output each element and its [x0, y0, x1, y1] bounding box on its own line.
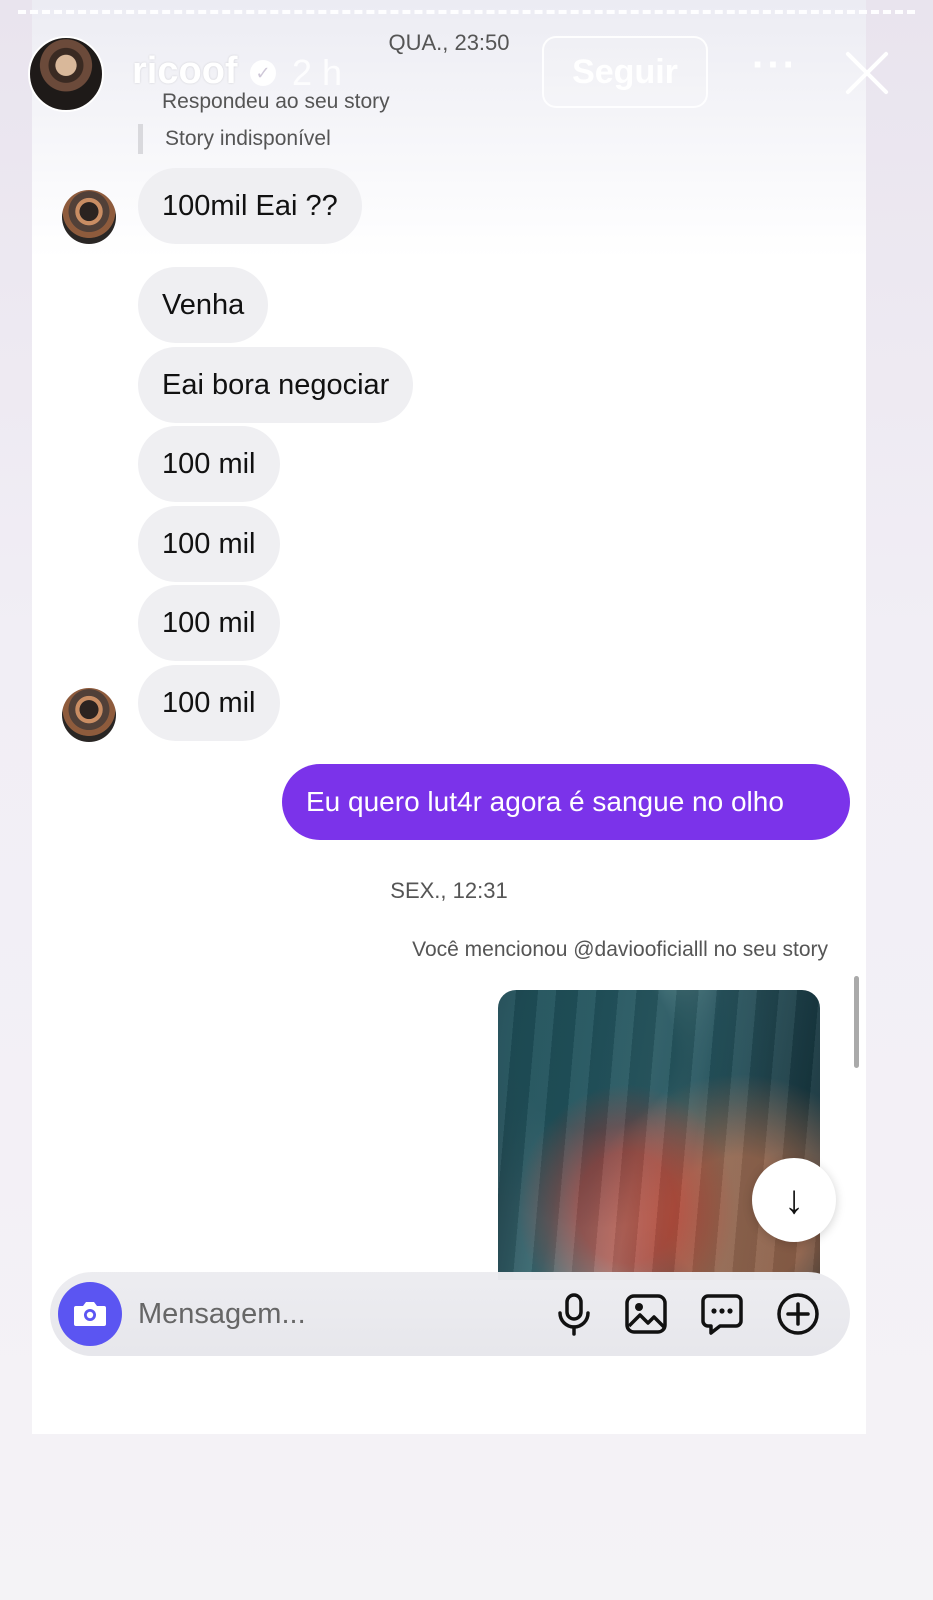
shared-story-media[interactable]	[498, 990, 820, 1280]
message-input[interactable]	[138, 1286, 518, 1342]
mention-note: Você mencionou @daviooficialll no seu st…	[412, 938, 828, 961]
microphone-icon[interactable]	[550, 1290, 598, 1338]
message-bubble-incoming[interactable]: Venha	[138, 267, 269, 343]
close-icon[interactable]	[842, 48, 892, 98]
camera-icon	[74, 1302, 106, 1326]
message-bubble-incoming[interactable]: 100 mil	[138, 426, 280, 502]
media-blur-overlay	[498, 990, 820, 1280]
camera-button[interactable]	[58, 1282, 122, 1346]
sender-avatar[interactable]	[62, 190, 116, 244]
message-bubble-incoming[interactable]: 100mil Eai ??	[138, 168, 362, 244]
chat-bubble-icon[interactable]	[698, 1290, 746, 1338]
message-bubble-incoming[interactable]: Eai bora negociar	[138, 347, 414, 423]
arrow-down-icon: ↓	[784, 1178, 804, 1222]
message-bubble-incoming[interactable]: 100 mil	[138, 585, 280, 661]
message-composer	[50, 1272, 850, 1356]
scrollbar[interactable]	[854, 976, 859, 1068]
image-icon[interactable]	[622, 1290, 670, 1338]
username[interactable]: ricoof	[132, 50, 238, 93]
chat-card: QUA., 23:50 Respondeu ao seu story Story…	[32, 0, 866, 1434]
profile-avatar[interactable]	[28, 36, 104, 112]
plus-circle-icon[interactable]	[774, 1290, 822, 1338]
more-options-icon[interactable]: ···	[752, 45, 796, 90]
story-header: ricoof ✓ 2 h Seguir ···	[0, 0, 933, 120]
verified-badge-icon: ✓	[250, 60, 276, 86]
message-bubble-incoming[interactable]: 100 mil	[138, 665, 280, 741]
story-age: 2 h	[292, 52, 343, 93]
message-bubble-outgoing[interactable]: Eu quero lut4r agora é sangue no olho	[282, 764, 850, 840]
sender-avatar[interactable]	[62, 688, 116, 742]
scroll-down-button[interactable]: ↓	[752, 1158, 836, 1242]
story-quote[interactable]: Story indisponível	[138, 124, 331, 154]
follow-button[interactable]: Seguir	[542, 36, 708, 108]
separator-timestamp: SEX., 12:31	[390, 878, 508, 903]
message-bubble-incoming[interactable]: 100 mil	[138, 506, 280, 582]
